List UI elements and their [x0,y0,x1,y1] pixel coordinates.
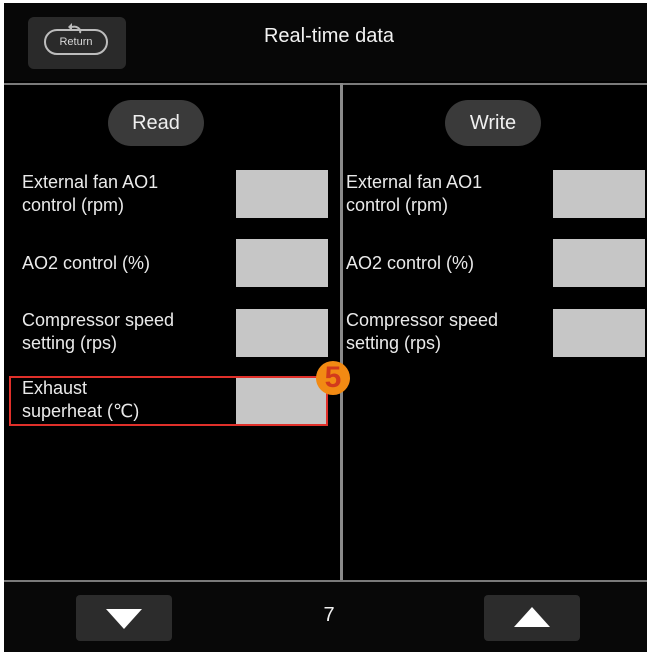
label-line: setting (rps) [346,333,442,353]
label-line: Compressor speed [22,310,175,330]
write-input-external-fan[interactable] [553,170,645,218]
label-line: External fan AO1 [22,172,159,192]
write-label-ao2: AO2 control (%) [346,252,474,275]
label-line: External fan AO1 [346,172,483,192]
header-divider [4,83,647,85]
highlight-box [9,376,328,426]
write-label-external-fan: External fan AO1 control (rpm) [346,171,482,217]
page-up-button[interactable] [484,595,580,641]
triangle-down-icon [106,609,142,629]
return-label: Return [59,36,93,48]
label-line: Compressor speed [346,310,499,330]
label-line: control (rpm) [22,195,125,215]
label-line: AO2 control (%) [22,253,151,273]
footer: 7 [4,582,647,652]
page-down-button[interactable] [76,595,172,641]
label-line: setting (rps) [22,333,118,353]
screen: Return Real-time data Read External fan … [4,3,647,652]
page-title: Real-time data [263,25,395,47]
step-marker: 5 [316,361,350,395]
write-input-compressor-speed[interactable] [553,309,645,357]
read-value-compressor-speed [236,309,328,357]
triangle-up-icon [514,607,550,627]
read-label-compressor-speed: Compressor speed setting (rps) [22,309,174,355]
write-heading: Write [445,100,541,146]
label-line: AO2 control (%) [346,253,475,273]
column-divider [340,83,343,581]
label-line: control (rpm) [346,195,449,215]
read-heading: Read [108,100,204,146]
header: Return Real-time data [4,3,647,81]
write-label-compressor-speed: Compressor speed setting (rps) [346,309,498,355]
return-arrow-icon [68,23,82,34]
return-icon: Return [44,23,108,55]
read-value-ao2 [236,239,328,287]
write-input-ao2[interactable] [553,239,645,287]
page-number: 7 [323,604,335,626]
read-label-external-fan: External fan AO1 control (rpm) [22,171,158,217]
return-button[interactable]: Return [28,17,126,69]
read-value-external-fan [236,170,328,218]
read-label-ao2: AO2 control (%) [22,252,150,275]
